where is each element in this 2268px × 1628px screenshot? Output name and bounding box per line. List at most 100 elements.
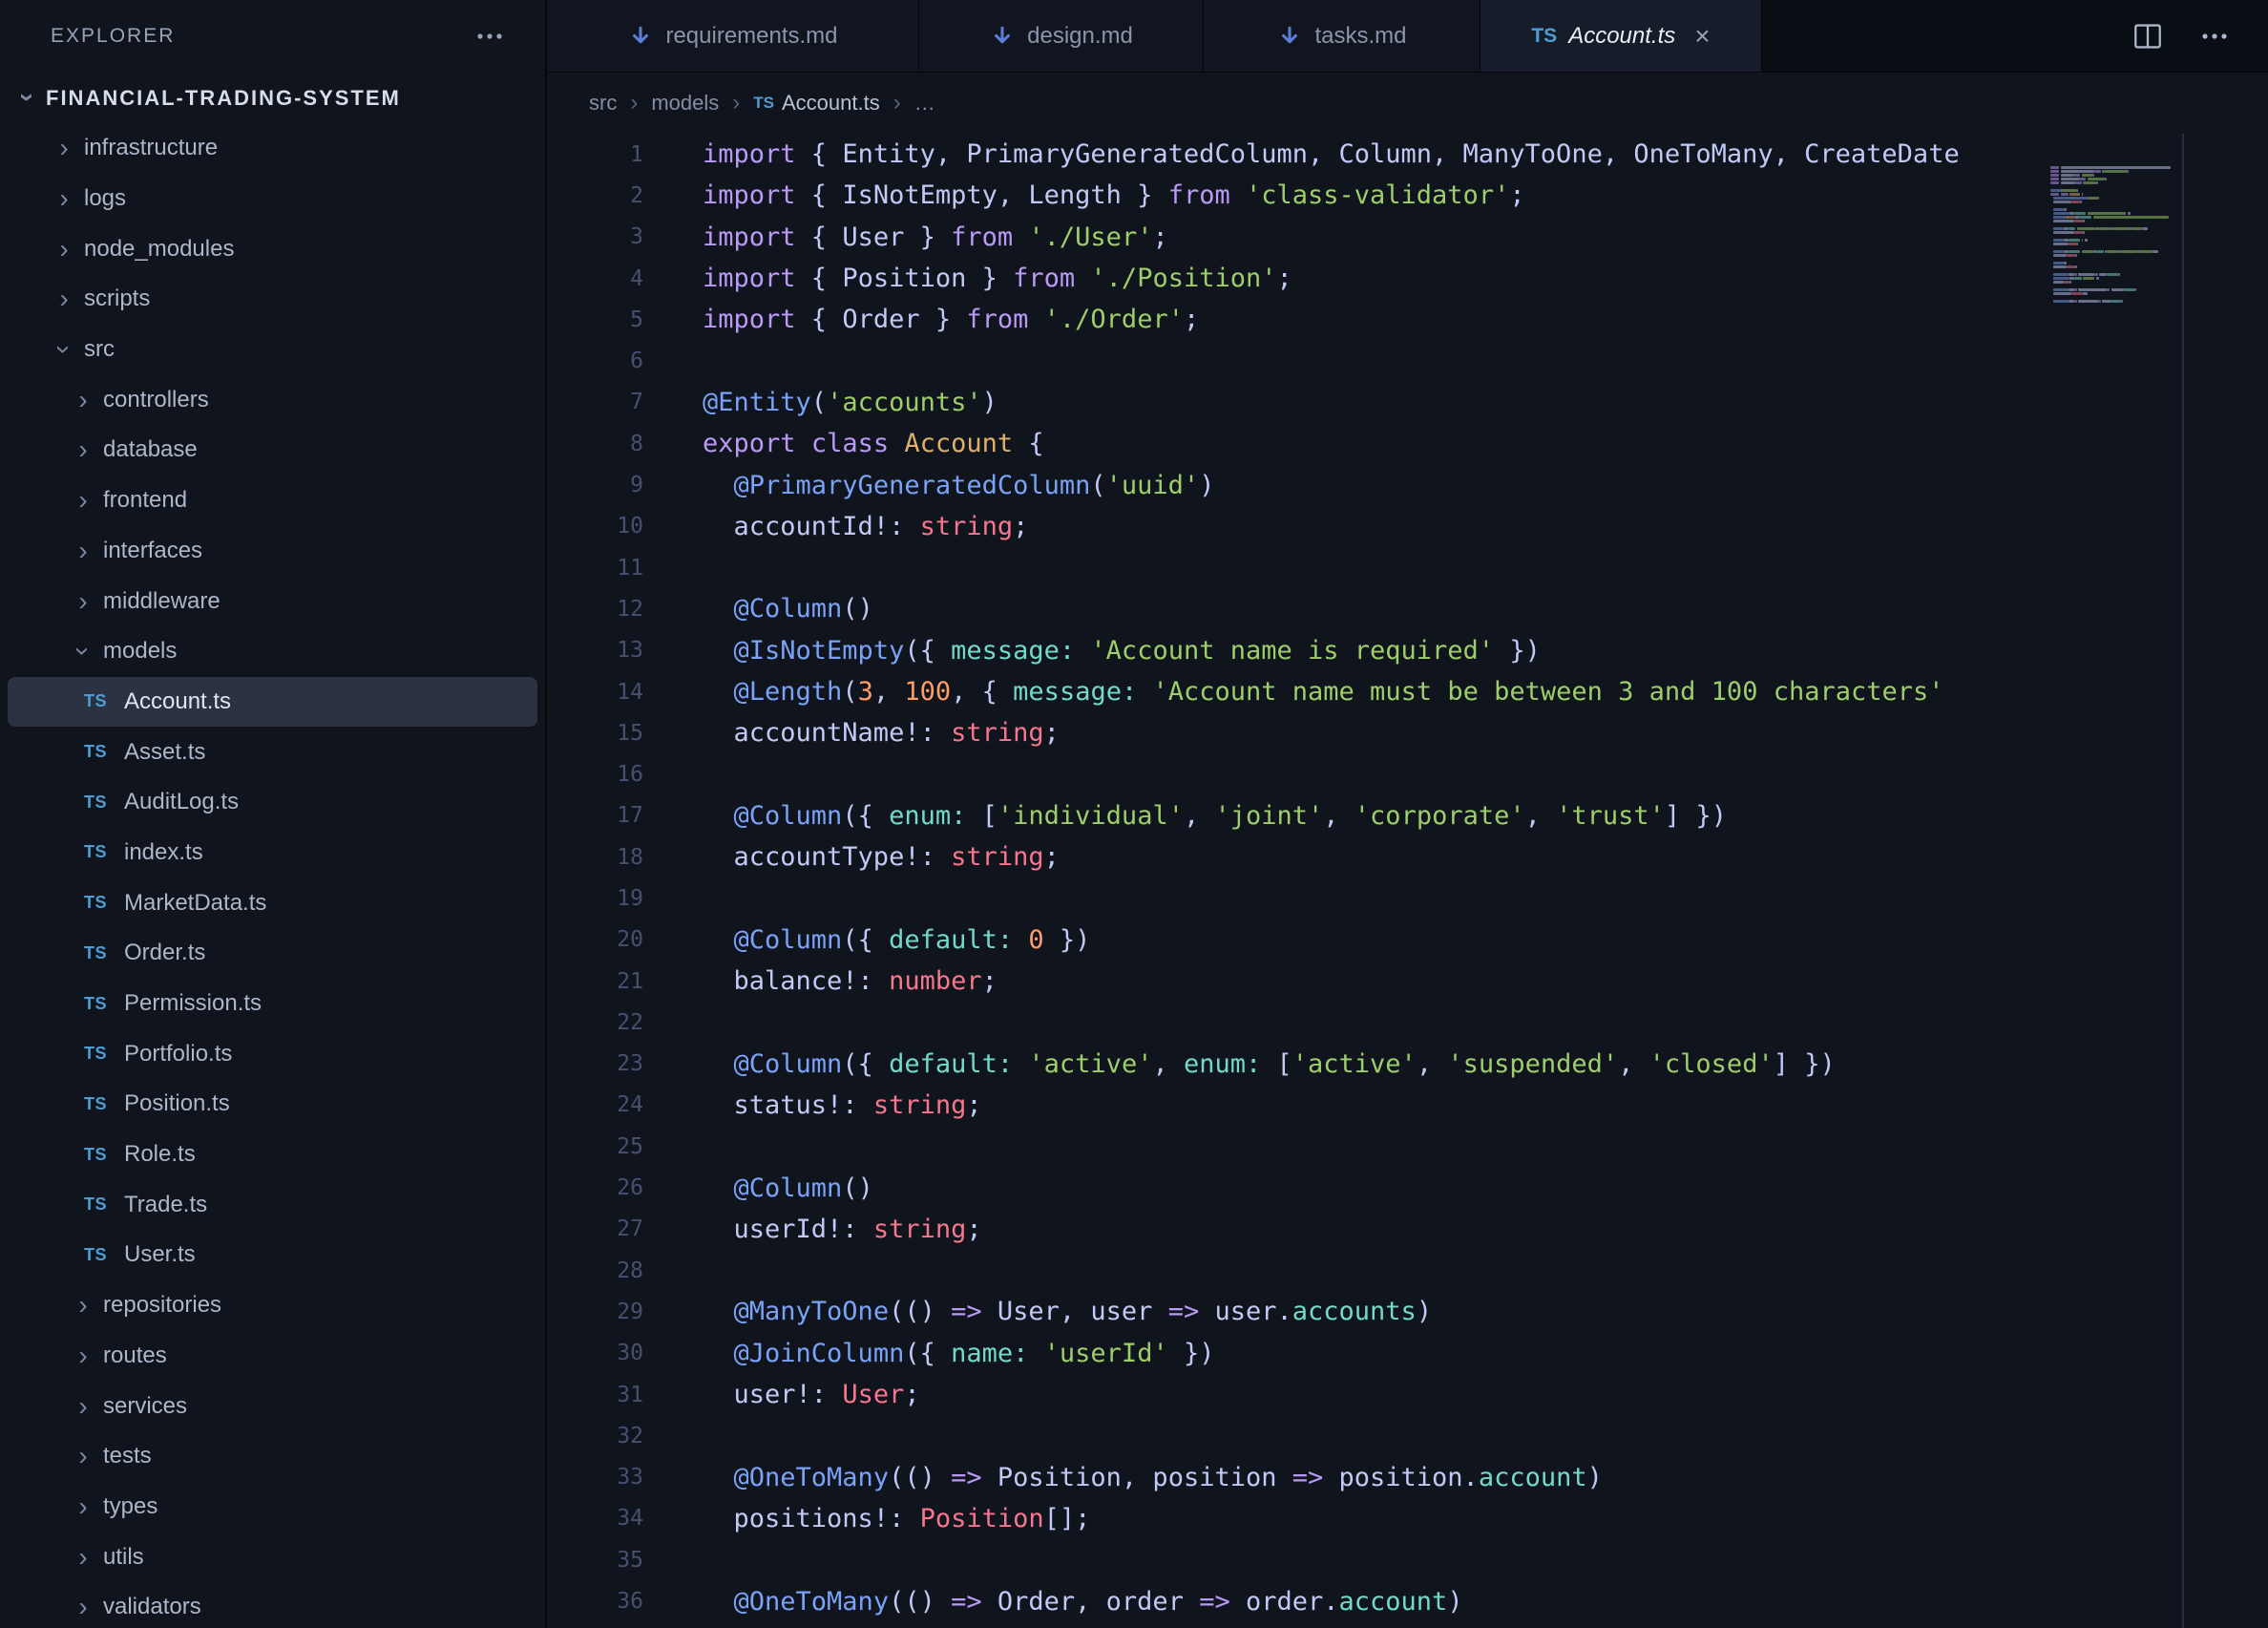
- line-number: 19: [547, 886, 643, 911]
- tab-label: tasks.md: [1314, 23, 1406, 50]
- chevron-right-icon: ›: [71, 538, 95, 564]
- tree-item-label: Trade.ts: [124, 1192, 207, 1218]
- breadcrumb-item-Account.ts[interactable]: TSAccount.ts: [753, 91, 879, 116]
- folder-item-middleware[interactable]: ›middleware: [8, 576, 537, 626]
- tree-item-label: User.ts: [124, 1241, 196, 1268]
- line-number: 9: [547, 473, 643, 497]
- code-line: 4import { Position } from './Position';: [547, 258, 2268, 299]
- code-line: 25: [547, 1126, 2268, 1167]
- breadcrumb: src›models›TSAccount.ts›…: [547, 73, 2268, 134]
- code-line: 26 @Column(): [547, 1167, 2268, 1208]
- folder-item-src[interactable]: ›src: [8, 325, 537, 375]
- folder-item-models[interactable]: ›models: [8, 626, 537, 677]
- tab-tasks.md[interactable]: tasks.md: [1204, 0, 1480, 72]
- folder-item-types[interactable]: ›types: [8, 1482, 537, 1533]
- folder-item-database[interactable]: › database: [8, 425, 537, 476]
- folder-item-validators[interactable]: › validators: [8, 1582, 537, 1628]
- code-editor[interactable]: 1import { Entity, PrimaryGeneratedColumn…: [547, 134, 2268, 1628]
- tree-item-label: utils: [103, 1544, 144, 1571]
- tree-item-label: src: [84, 336, 115, 363]
- code-line: 8export class Account {: [547, 423, 2268, 464]
- editor-actions: [2132, 0, 2268, 72]
- file-item-Portfolio.ts[interactable]: TSPortfolio.ts: [8, 1028, 537, 1079]
- code-line: 31 user!: User;: [547, 1374, 2268, 1415]
- tree-item-label: Account.ts: [124, 688, 231, 715]
- folder-item-tests[interactable]: ›tests: [8, 1431, 537, 1482]
- tree-item-label: logs: [84, 185, 126, 212]
- chevron-right-icon: ›: [71, 1493, 95, 1520]
- code-line: 3import { User } from './User';: [547, 217, 2268, 258]
- folder-item-repositories[interactable]: ›repositories: [8, 1280, 537, 1331]
- code-line: 22: [547, 1002, 2268, 1043]
- project-root-item[interactable]: › FINANCIAL-TRADING-SYSTEM: [0, 73, 545, 123]
- typescript-icon: TS: [84, 842, 115, 862]
- code-line: 11: [547, 547, 2268, 588]
- code-line: 14 @Length(3, 100, { message: 'Account n…: [547, 671, 2268, 712]
- tab-label: Account.ts: [1568, 23, 1675, 50]
- tree-item-label: frontend: [103, 487, 187, 514]
- file-item-index.ts[interactable]: TSindex.ts: [8, 828, 537, 878]
- folder-item-utils[interactable]: › utils: [8, 1532, 537, 1582]
- typescript-icon: TS: [84, 1245, 115, 1265]
- tree-item-label: services: [103, 1393, 187, 1420]
- tree-item-label: database: [103, 436, 198, 463]
- chevron-right-icon: ›: [52, 236, 76, 263]
- file-item-User.ts[interactable]: TS User.ts: [8, 1230, 537, 1280]
- folder-item-routes[interactable]: ›routes: [8, 1331, 537, 1382]
- code-line: 1import { Entity, PrimaryGeneratedColumn…: [547, 134, 2268, 175]
- split-editor-icon[interactable]: [2132, 23, 2163, 50]
- tree-item-label: tests: [103, 1443, 152, 1469]
- file-item-Asset.ts[interactable]: TS Asset.ts: [8, 727, 537, 777]
- typescript-icon: TS: [84, 742, 115, 762]
- file-item-Permission.ts[interactable]: TSPermission.ts: [8, 979, 537, 1029]
- tree-item-label: MarketData.ts: [124, 890, 266, 917]
- code-line: 29 @ManyToOne(() => User, user => user.a…: [547, 1291, 2268, 1332]
- tree-item-label: Asset.ts: [124, 739, 205, 766]
- line-number: 23: [547, 1051, 643, 1076]
- line-number: 5: [547, 307, 643, 332]
- minimap[interactable]: [2050, 134, 2184, 1628]
- folder-item-infrastructure[interactable]: ›infrastructure: [8, 123, 537, 174]
- tree-item-label: Position.ts: [124, 1090, 230, 1117]
- code-line: 20 @Column({ default: 0 }): [547, 920, 2268, 961]
- file-item-Position.ts[interactable]: TSPosition.ts: [8, 1079, 537, 1130]
- chevron-down-icon: ›: [14, 86, 41, 111]
- explorer-more-icon[interactable]: [476, 32, 503, 40]
- folder-item-interfaces[interactable]: ›interfaces: [8, 526, 537, 577]
- breadcrumb-item-models[interactable]: models: [651, 91, 719, 116]
- folder-item-controllers[interactable]: ›controllers: [8, 374, 537, 425]
- file-item-Role.ts[interactable]: TSRole.ts: [8, 1130, 537, 1180]
- tree-item-label: validators: [103, 1594, 201, 1620]
- file-item-AuditLog.ts[interactable]: TSAuditLog.ts: [8, 777, 537, 828]
- file-item-Trade.ts[interactable]: TSTrade.ts: [8, 1179, 537, 1230]
- folder-item-services[interactable]: ›services: [8, 1381, 537, 1431]
- file-item-Order.ts[interactable]: TSOrder.ts: [8, 928, 537, 979]
- breadcrumb-item-…[interactable]: …: [914, 91, 935, 116]
- code-line: 32: [547, 1415, 2268, 1456]
- folder-item-scripts[interactable]: ›scripts: [8, 274, 537, 325]
- folder-item-node_modules[interactable]: ›node_modules: [8, 223, 537, 274]
- file-item-MarketData.ts[interactable]: TS MarketData.ts: [8, 877, 537, 928]
- chevron-right-icon: ›: [71, 436, 95, 463]
- typescript-icon: TS: [84, 893, 115, 913]
- editor-more-icon[interactable]: [2201, 32, 2228, 40]
- tab-design.md[interactable]: design.md: [919, 0, 1204, 72]
- folder-item-frontend[interactable]: ›frontend: [8, 476, 537, 526]
- tree-item-label: controllers: [103, 387, 209, 413]
- line-number: 22: [547, 1010, 643, 1035]
- tab-close-icon[interactable]: ×: [1694, 23, 1710, 50]
- tab-requirements.md[interactable]: requirements.md: [547, 0, 919, 72]
- folder-item-logs[interactable]: ›logs: [8, 174, 537, 224]
- code-line: 23 @Column({ default: 'active', enum: ['…: [547, 1044, 2268, 1085]
- chevron-right-icon: ›: [71, 1544, 95, 1571]
- chevron-right-icon: ›: [71, 1594, 95, 1620]
- tab-Account.ts[interactable]: TSAccount.ts×: [1480, 0, 1762, 72]
- breadcrumb-item-src[interactable]: src: [589, 91, 617, 116]
- code-line: 2import { IsNotEmpty, Length } from 'cla…: [547, 175, 2268, 216]
- line-number: 26: [547, 1175, 643, 1200]
- file-item-Account.ts[interactable]: TSAccount.ts: [8, 677, 537, 728]
- code-line: 21 balance!: number;: [547, 961, 2268, 1002]
- line-number: 10: [547, 514, 643, 539]
- code-line: 15 accountName!: string;: [547, 712, 2268, 753]
- code-line: 30 @JoinColumn({ name: 'userId' }): [547, 1333, 2268, 1374]
